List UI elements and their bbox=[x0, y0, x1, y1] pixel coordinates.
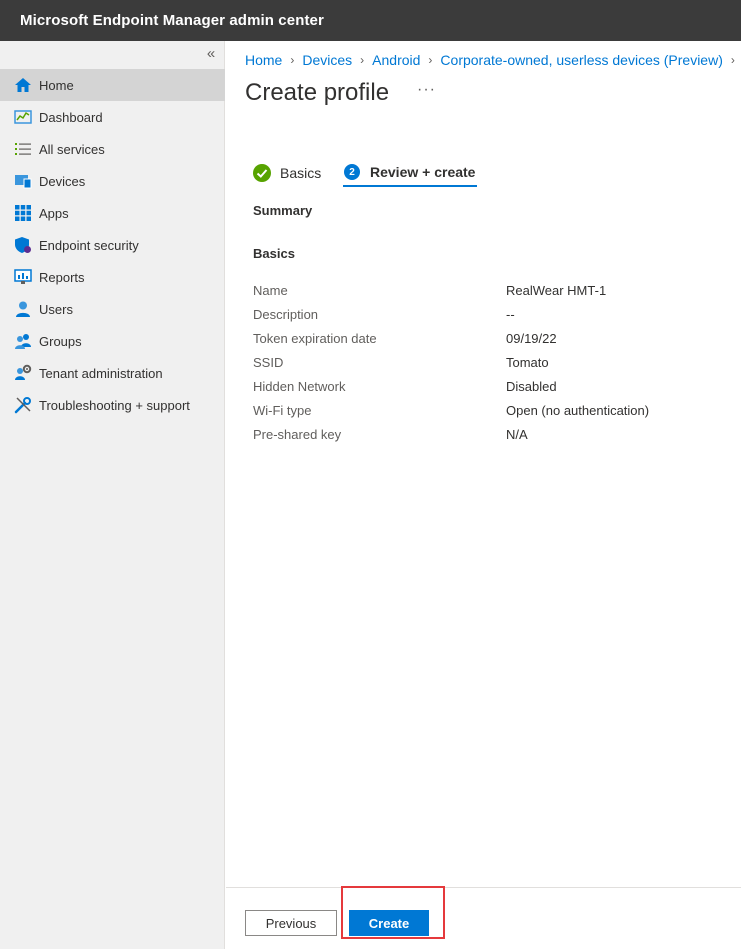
breadcrumb-android[interactable]: Android bbox=[372, 52, 420, 68]
sidebar-item-label: Dashboard bbox=[39, 109, 103, 125]
row-value: Disabled bbox=[506, 378, 557, 394]
sidebar-item-label: Devices bbox=[39, 173, 86, 189]
step-number-icon: 2 bbox=[343, 163, 361, 181]
chevron-right-icon: › bbox=[730, 53, 735, 67]
list-icon bbox=[14, 140, 32, 158]
main-content: Home › Devices › Android › Corporate-own… bbox=[226, 41, 741, 949]
row-value: -- bbox=[506, 306, 515, 322]
sidebar-item-home[interactable]: Home bbox=[0, 69, 225, 101]
sidebar-item-troubleshooting[interactable]: Troubleshooting + support bbox=[0, 389, 225, 421]
step-number: 2 bbox=[344, 164, 360, 180]
basics-section-heading: Basics bbox=[253, 246, 295, 261]
page-title: Create profile bbox=[245, 79, 390, 106]
devices-icon bbox=[14, 172, 32, 190]
breadcrumb-home[interactable]: Home bbox=[245, 52, 282, 68]
chevron-right-icon: › bbox=[360, 53, 365, 67]
reports-icon bbox=[14, 268, 32, 286]
highlight-box bbox=[341, 886, 445, 939]
breadcrumb: Home › Devices › Android › Corporate-own… bbox=[245, 52, 741, 68]
sidebar-item-label: Reports bbox=[39, 269, 85, 285]
tab-basics[interactable]: Basics bbox=[253, 159, 343, 187]
top-bar: Microsoft Endpoint Manager admin center bbox=[0, 0, 741, 41]
sidebar-item-tenant-administration[interactable]: Tenant administration bbox=[0, 357, 225, 389]
shield-icon bbox=[14, 236, 32, 254]
wizard-steps: Basics 2 Review + create bbox=[253, 159, 478, 189]
sidebar-item-apps[interactable]: Apps bbox=[0, 197, 225, 229]
row-key: Token expiration date bbox=[253, 330, 377, 346]
tenant-admin-icon bbox=[14, 364, 32, 382]
sidebar-item-label: Apps bbox=[39, 205, 69, 221]
summary-row: SSID Tomato bbox=[253, 350, 723, 374]
summary-row: Description -- bbox=[253, 302, 723, 326]
step-label: Basics bbox=[280, 165, 322, 181]
summary-table: Name RealWear HMT-1 Description -- Token e… bbox=[253, 278, 723, 446]
sidebar-item-label: Troubleshooting + support bbox=[39, 397, 190, 413]
sidebar-item-label: Users bbox=[39, 301, 73, 317]
app-title: Microsoft Endpoint Manager admin center bbox=[20, 12, 324, 29]
footer-bar: Previous Create bbox=[226, 886, 741, 949]
row-value: 09/19/22 bbox=[506, 330, 557, 346]
dashboard-icon bbox=[14, 108, 32, 126]
checkmark-circle-icon bbox=[253, 164, 271, 182]
sidebar-item-reports[interactable]: Reports bbox=[0, 261, 225, 293]
chevron-right-icon: › bbox=[290, 53, 295, 67]
row-key: Wi-Fi type bbox=[253, 402, 312, 418]
row-value: N/A bbox=[506, 426, 528, 442]
sidebar-item-label: Groups bbox=[39, 333, 82, 349]
previous-button[interactable]: Previous bbox=[245, 910, 337, 936]
row-value: Tomato bbox=[506, 354, 549, 370]
row-key: Description bbox=[253, 306, 319, 322]
sidebar-nav: Home Dashboard All services Devices Apps bbox=[0, 69, 225, 421]
row-key: Hidden Network bbox=[253, 378, 346, 394]
tab-review-create[interactable]: 2 Review + create bbox=[343, 159, 478, 187]
sidebar: « Home Dashboard All services Devices Ap… bbox=[0, 41, 225, 949]
sidebar-item-groups[interactable]: Groups bbox=[0, 325, 225, 357]
sidebar-item-users[interactable]: Users bbox=[0, 293, 225, 325]
row-key: Name bbox=[253, 282, 288, 298]
chevron-right-icon: › bbox=[428, 53, 433, 67]
row-key: Pre-shared key bbox=[253, 426, 342, 442]
step-label: Review + create bbox=[370, 164, 476, 180]
sidebar-item-label: Home bbox=[39, 77, 74, 93]
sidebar-item-label: Endpoint security bbox=[39, 237, 139, 253]
row-value: RealWear HMT-1 bbox=[506, 282, 607, 298]
summary-row: Hidden Network Disabled bbox=[253, 374, 723, 398]
sidebar-item-label: All services bbox=[39, 141, 105, 157]
sidebar-item-all-services[interactable]: All services bbox=[0, 133, 225, 165]
collapse-sidebar-icon[interactable]: « bbox=[203, 44, 219, 64]
sidebar-item-endpoint-security[interactable]: Endpoint security bbox=[0, 229, 225, 261]
summary-row: Pre-shared key N/A bbox=[253, 422, 723, 446]
summary-row: Name RealWear HMT-1 bbox=[253, 278, 723, 302]
wrench-icon bbox=[14, 396, 32, 414]
summary-row: Token expiration date 09/19/22 bbox=[253, 326, 723, 350]
more-options-button[interactable]: ··· bbox=[417, 81, 436, 99]
row-key: SSID bbox=[253, 354, 284, 370]
user-icon bbox=[14, 300, 32, 318]
breadcrumb-devices[interactable]: Devices bbox=[302, 52, 352, 68]
home-icon bbox=[14, 76, 32, 94]
groups-icon bbox=[14, 332, 32, 350]
summary-heading: Summary bbox=[253, 203, 313, 218]
summary-row: Wi-Fi type Open (no authentication) bbox=[253, 398, 723, 422]
sidebar-item-devices[interactable]: Devices bbox=[0, 165, 225, 197]
row-value: Open (no authentication) bbox=[506, 402, 650, 418]
breadcrumb-corporate-owned-userless[interactable]: Corporate-owned, userless devices (Previ… bbox=[440, 52, 722, 68]
apps-grid-icon bbox=[14, 204, 32, 222]
sidebar-item-dashboard[interactable]: Dashboard bbox=[0, 101, 225, 133]
sidebar-item-label: Tenant administration bbox=[39, 365, 163, 381]
